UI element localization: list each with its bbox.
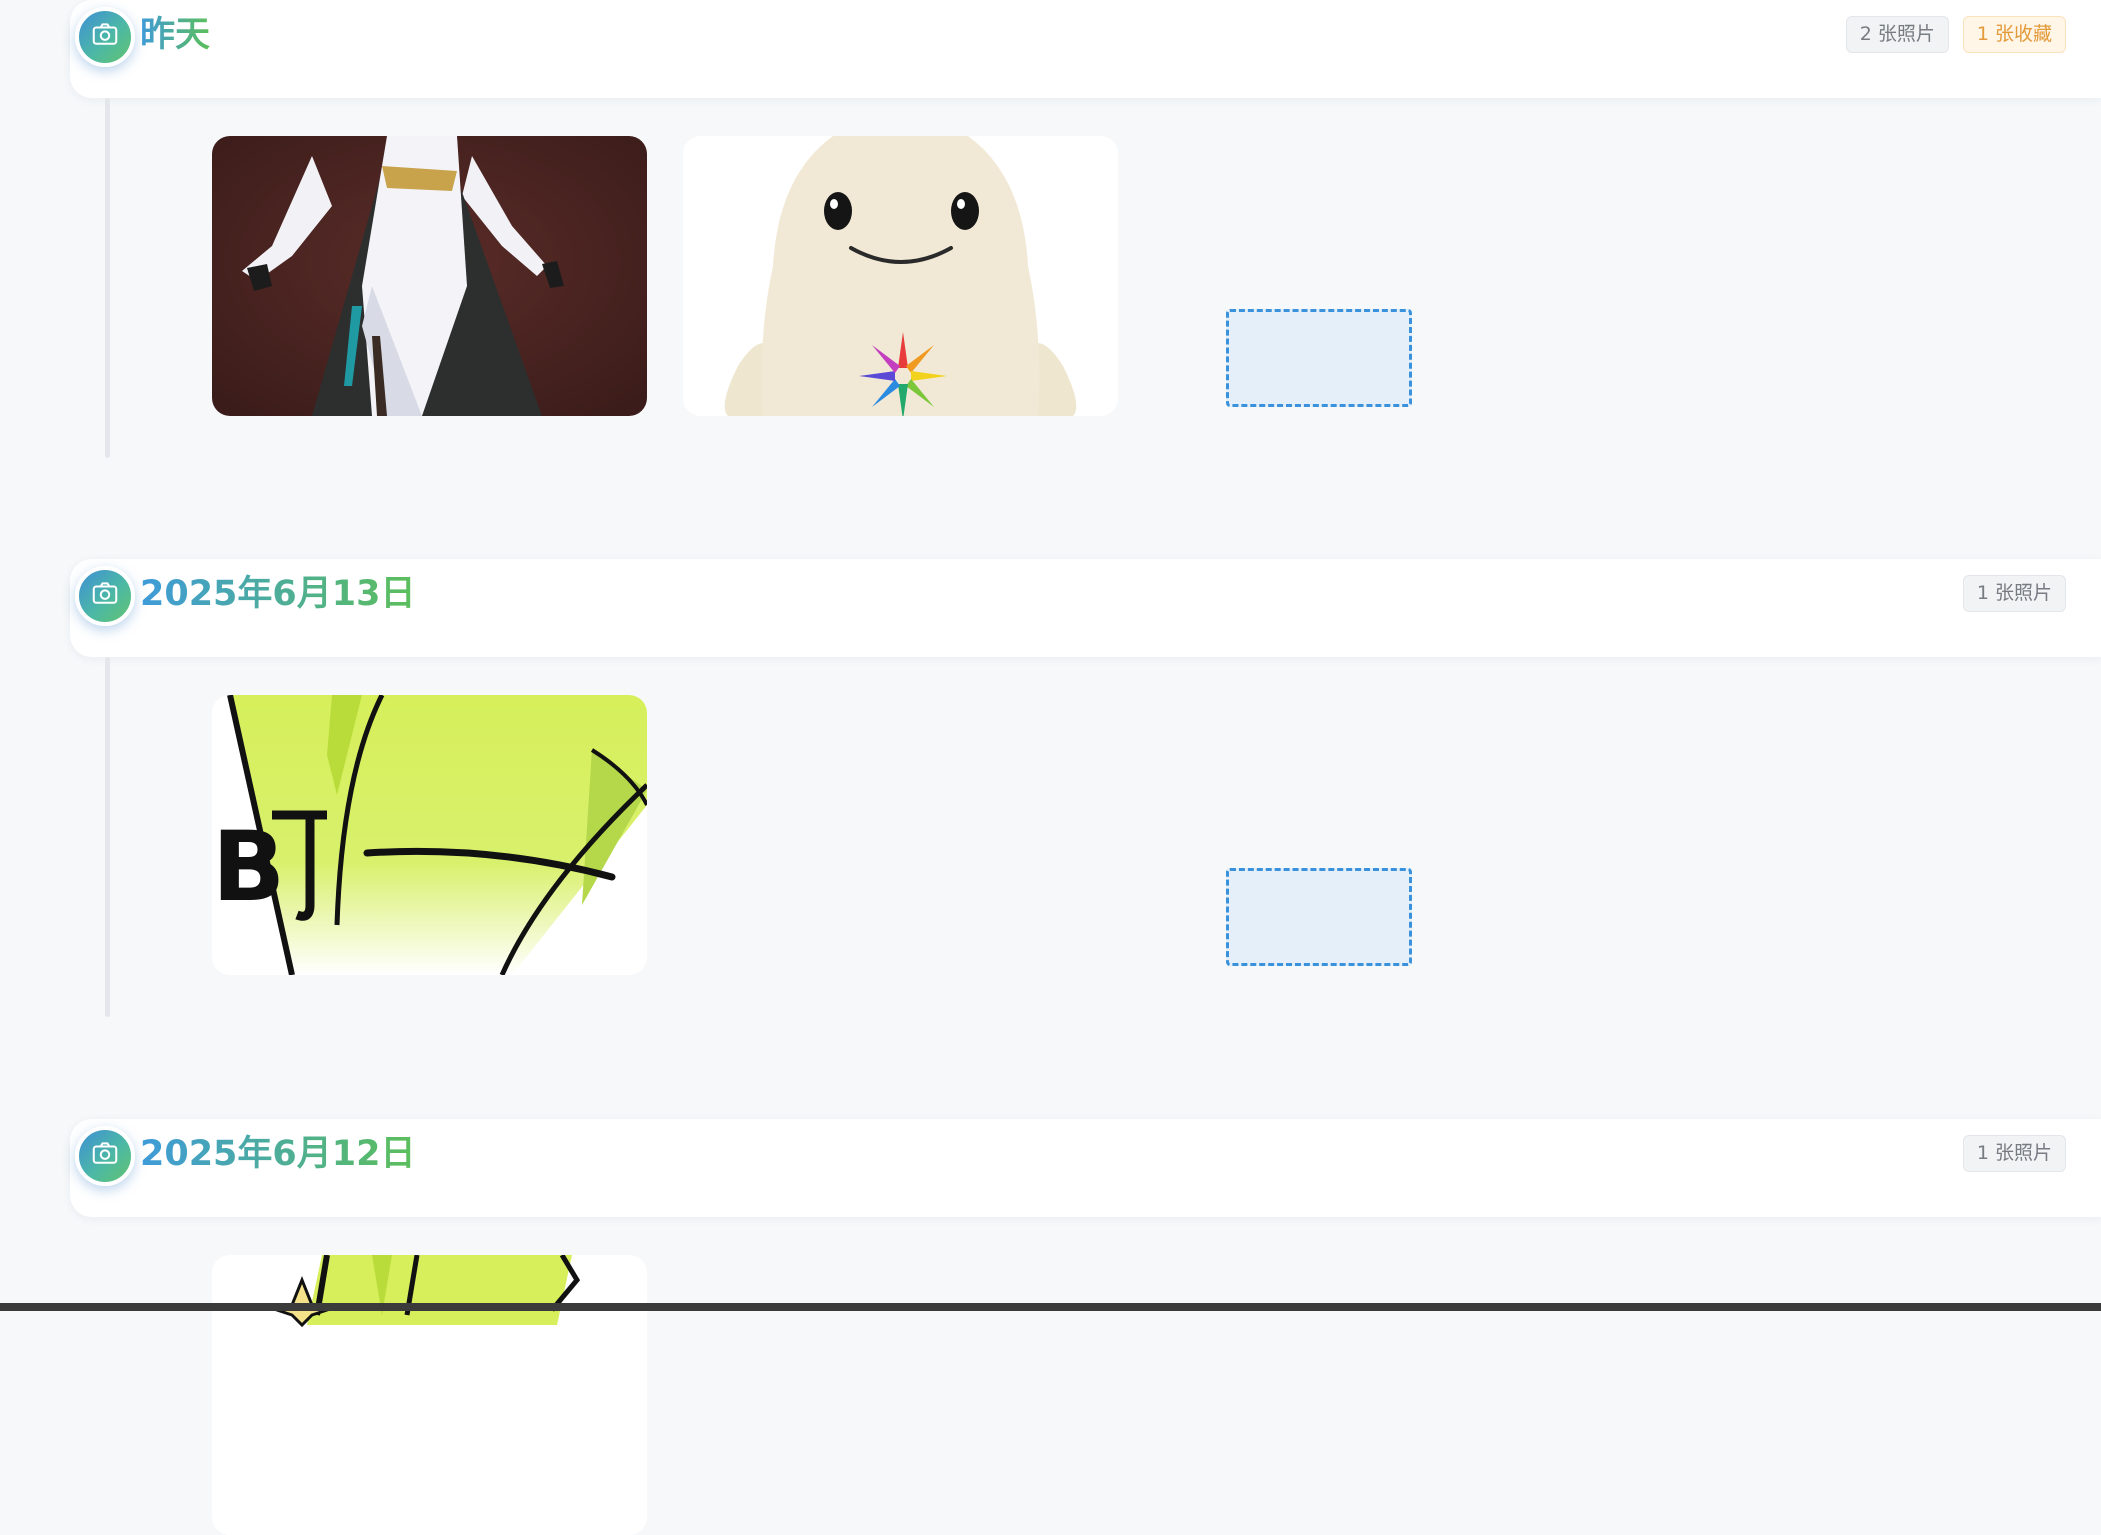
date-title: 昨天: [140, 15, 211, 55]
drop-zone[interactable]: [1226, 309, 1412, 407]
timeline-line: [105, 657, 110, 1017]
anime-character-image: [212, 136, 647, 416]
camera-icon: [90, 579, 120, 613]
camera-badge: [75, 1126, 135, 1186]
timeline-line: [105, 98, 110, 458]
green-sticker-image: B: [212, 695, 647, 975]
camera-badge: [75, 566, 135, 626]
photo-thumbnail[interactable]: [212, 1255, 647, 1535]
date-title: 2025年6月12日: [140, 1134, 416, 1174]
bottom-scroll-bar: [0, 1303, 2101, 1311]
camera-badge: [75, 7, 135, 67]
badge-group: 2 张照片 1 张收藏: [1845, 16, 2066, 53]
photo-count-badge: 1 张照片: [1962, 1135, 2066, 1172]
date-header: [70, 0, 2101, 98]
camera-icon: [90, 1139, 120, 1173]
photo-thumbnail[interactable]: B: [212, 695, 647, 975]
badge-group: 1 张照片: [1962, 1135, 2066, 1172]
photo-count-badge: 1 张照片: [1962, 575, 2066, 612]
favorite-count-badge: 1 张收藏: [1962, 16, 2066, 53]
green-sticker-image: [212, 1255, 647, 1535]
sticker-glyph: B: [212, 811, 285, 923]
drop-zone[interactable]: [1226, 868, 1412, 966]
plush-toy-image: [683, 136, 1118, 416]
date-title: 2025年6月13日: [140, 574, 416, 614]
photo-count-badge: 2 张照片: [1845, 16, 1949, 53]
photo-thumbnail[interactable]: [683, 136, 1118, 416]
camera-icon: [90, 20, 120, 54]
photo-thumbnail[interactable]: [212, 136, 647, 416]
badge-group: 1 张照片: [1962, 575, 2066, 612]
